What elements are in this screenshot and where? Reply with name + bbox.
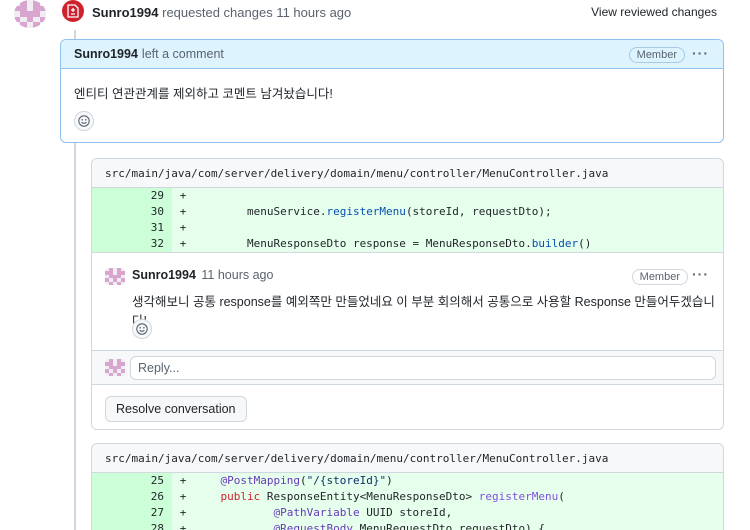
member-badge: Member	[631, 269, 688, 285]
thread-comment: Sunro1994 11 hours ago Member ··· 생각해보니 …	[92, 252, 723, 350]
thread-header: Sunro1994 11 hours ago	[132, 268, 273, 282]
diff-sign: +	[179, 221, 187, 234]
view-reviewed-changes-link[interactable]: View reviewed changes	[591, 5, 717, 19]
line-number[interactable]: 29	[92, 188, 172, 204]
review-action: requested changes	[162, 5, 273, 20]
thread-time[interactable]: 11 hours ago	[201, 268, 273, 282]
code-line: menuService.registerMenu(storeId, reques…	[194, 205, 552, 218]
avatar[interactable]	[14, 0, 46, 28]
code-line: @PathVariable UUID storeId,	[273, 506, 453, 519]
review-thread-file: src/main/java/com/server/delivery/domain…	[91, 158, 724, 430]
review-author[interactable]: Sunro1994	[92, 5, 158, 20]
smiley-icon[interactable]	[132, 319, 152, 339]
resolve-conversation-button[interactable]: Resolve conversation	[105, 396, 247, 422]
thread-body: 생각해보니 공통 response를 예외쪽만 만들었네요 이 부분 회의해서 …	[132, 295, 715, 328]
diff-sign: +	[179, 506, 187, 519]
line-number[interactable]: 28	[92, 521, 172, 530]
code-line: public ResponseEntity<MenuResponseDto> r…	[220, 490, 565, 503]
line-number[interactable]: 30	[92, 204, 172, 220]
diff-sign: +	[179, 205, 187, 218]
code-line: MenuResponseDto response = MenuResponseD…	[194, 237, 592, 250]
diff-hunk: 25 + @PostMapping("/{storeId}") 26 + pub…	[92, 473, 723, 530]
code-line: @PostMapping("/{storeId}")	[220, 474, 393, 487]
diff-sign: +	[179, 237, 187, 250]
thread-author[interactable]: Sunro1994	[132, 268, 196, 282]
diff-line: 30 + menuService.registerMenu(storeId, r…	[92, 204, 723, 220]
reply-input[interactable]: Reply...	[130, 356, 716, 380]
resolve-row: Resolve conversation	[92, 384, 723, 429]
line-number[interactable]: 27	[92, 505, 172, 521]
line-number[interactable]: 32	[92, 236, 172, 252]
line-number[interactable]: 31	[92, 220, 172, 236]
kebab-horizontal-icon[interactable]: ···	[692, 266, 709, 282]
diff-line: 31 +	[92, 220, 723, 236]
file-path[interactable]: src/main/java/com/server/delivery/domain…	[92, 159, 723, 188]
review-header: Sunro1994 requested changes 11 hours ago	[92, 5, 351, 20]
line-number[interactable]: 26	[92, 489, 172, 505]
review-comment: Sunro1994 left a comment Member ··· 엔티티 …	[60, 39, 724, 143]
diff-line: 25 + @PostMapping("/{storeId}")	[92, 473, 723, 489]
avatar	[105, 359, 125, 376]
file-diff-icon	[62, 0, 84, 22]
diff-sign: +	[179, 189, 187, 202]
diff-sign: +	[179, 474, 187, 487]
review-thread-file: src/main/java/com/server/delivery/domain…	[91, 443, 724, 530]
line-number[interactable]: 25	[92, 473, 172, 489]
review-time[interactable]: 11 hours ago	[276, 5, 351, 20]
diff-line: 32 + MenuResponseDto response = MenuResp…	[92, 236, 723, 252]
diff-line: 26 + public ResponseEntity<MenuResponseD…	[92, 489, 723, 505]
diff-sign: +	[179, 490, 187, 503]
avatar[interactable]	[105, 268, 125, 285]
diff-hunk: 29 + 30 + menuService.registerMenu(store…	[92, 188, 723, 252]
member-badge: Member	[628, 47, 685, 63]
file-path[interactable]: src/main/java/com/server/delivery/domain…	[92, 444, 723, 473]
smiley-icon[interactable]	[74, 111, 94, 131]
reply-row: Reply...	[92, 350, 723, 384]
diff-line: 27 + @PathVariable UUID storeId,	[92, 505, 723, 521]
comment-action: left a comment	[141, 47, 224, 61]
kebab-horizontal-icon[interactable]: ···	[692, 45, 709, 61]
diff-sign: +	[179, 522, 187, 530]
comment-header: Sunro1994 left a comment Member ···	[61, 40, 723, 69]
code-line: @RequestBody MenuRequestDto requestDto) …	[273, 522, 546, 530]
comment-author[interactable]: Sunro1994	[74, 47, 138, 61]
comment-body: 엔티티 연관관계를 제외하고 코멘트 남겨놨습니다!	[74, 87, 333, 101]
diff-line: 28 + @RequestBody MenuRequestDto request…	[92, 521, 723, 530]
diff-line: 29 +	[92, 188, 723, 204]
